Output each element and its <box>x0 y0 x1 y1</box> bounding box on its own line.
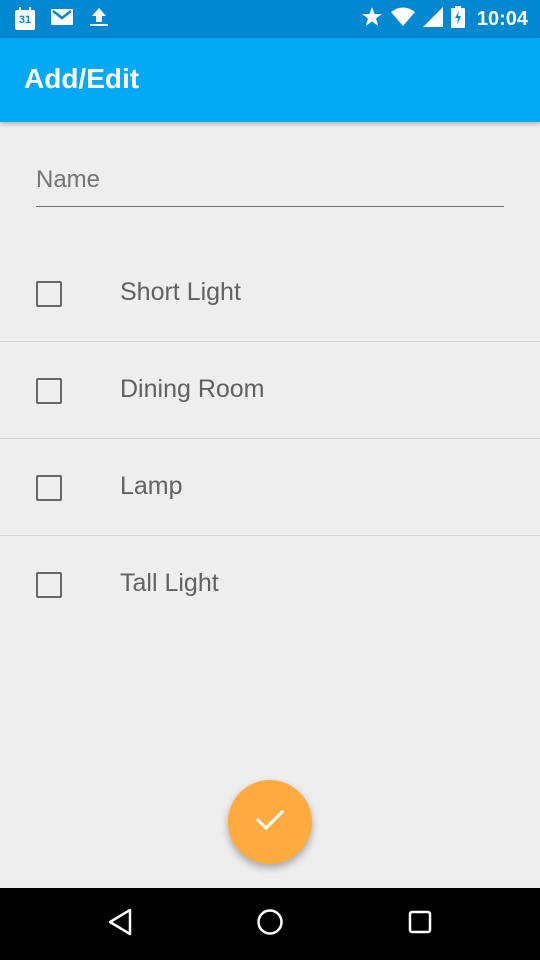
star-icon <box>361 6 383 33</box>
list-item[interactable]: Tall Light <box>0 536 540 632</box>
wifi-icon <box>390 7 415 32</box>
calendar-icon: 31 <box>14 7 36 31</box>
name-field[interactable] <box>36 154 504 207</box>
lights-list: Short Light Dining Room Lamp Tall Light <box>0 245 540 632</box>
checkbox[interactable] <box>36 572 62 598</box>
save-fab-button[interactable] <box>228 780 312 864</box>
status-time: 10:04 <box>476 7 528 30</box>
page-title: Add/Edit <box>24 63 140 94</box>
calendar-day: 31 <box>18 14 32 26</box>
upload-icon <box>88 6 110 33</box>
signal-icon <box>422 6 443 32</box>
home-icon <box>256 908 284 941</box>
checkbox[interactable] <box>36 475 62 501</box>
list-item-label: Short Light <box>120 278 241 306</box>
list-item[interactable]: Dining Room <box>0 342 540 439</box>
recents-button[interactable] <box>404 908 436 940</box>
app-toolbar: Add/Edit <box>0 38 540 122</box>
gmail-icon <box>50 8 74 31</box>
list-item-label: Tall Light <box>120 569 219 597</box>
back-icon <box>106 907 134 942</box>
home-button[interactable] <box>254 908 286 940</box>
status-bar: 31 10:04 <box>0 0 540 38</box>
check-icon <box>255 808 285 837</box>
navigation-bar <box>0 888 540 960</box>
back-button[interactable] <box>104 908 136 940</box>
checkbox[interactable] <box>36 378 62 404</box>
list-item[interactable]: Lamp <box>0 439 540 536</box>
list-item[interactable]: Short Light <box>0 245 540 342</box>
checkbox[interactable] <box>36 281 62 307</box>
list-item-label: Dining Room <box>120 375 265 403</box>
list-item-label: Lamp <box>120 472 183 500</box>
battery-charging-icon <box>450 5 465 33</box>
recents-icon <box>407 909 433 940</box>
